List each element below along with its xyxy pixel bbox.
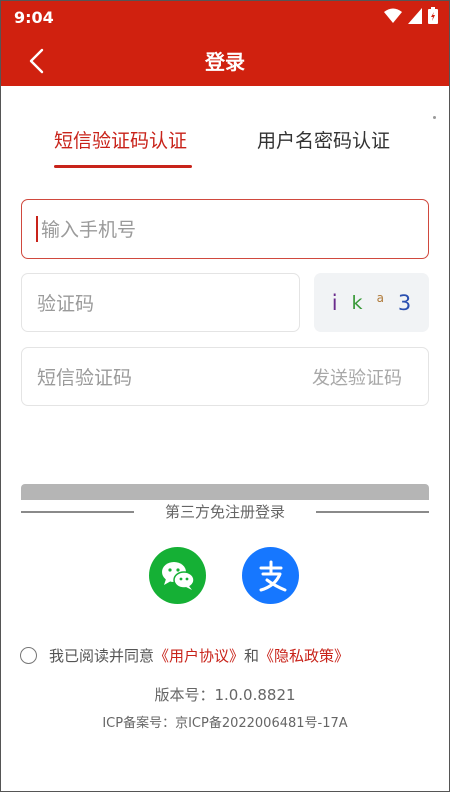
agreement-prefix: 我已阅读并同意 — [49, 647, 155, 665]
status-bar: 9:04 — [0, 0, 450, 34]
status-time: 9:04 — [14, 8, 54, 27]
send-code-button[interactable]: 发送验证码 — [312, 364, 402, 390]
agree-radio[interactable] — [20, 647, 37, 664]
login-tabs: 短信验证码认证 用户名密码认证 — [0, 120, 450, 172]
wifi-icon — [384, 8, 402, 23]
agreement-and: 和 — [244, 647, 260, 665]
decorative-dot — [433, 116, 436, 119]
divider-right — [316, 511, 429, 513]
wechat-login-button[interactable] — [149, 547, 206, 604]
login-button-bar[interactable] — [21, 484, 429, 500]
phone-placeholder: 输入手机号 — [41, 219, 137, 241]
app-bar: 登录 — [0, 34, 450, 86]
text-cursor — [36, 216, 38, 242]
sms-code-input[interactable]: 短信验证码 发送验证码 — [21, 347, 429, 406]
captcha-char: i — [331, 290, 338, 315]
status-icons — [384, 7, 438, 24]
privacy-policy-link[interactable]: 《隐私政策》 — [259, 645, 349, 666]
alipay-login-button[interactable] — [242, 547, 299, 604]
user-agreement-link[interactable]: 《用户协议》 — [154, 645, 244, 666]
captcha-char: k — [351, 291, 363, 314]
tab-sms-login[interactable]: 短信验证码认证 — [54, 120, 187, 165]
tab-password-login[interactable]: 用户名密码认证 — [257, 120, 390, 165]
captcha-char: 3 — [397, 290, 412, 315]
captcha-char: a — [376, 290, 384, 305]
sms-code-placeholder: 短信验证码 — [37, 367, 133, 389]
icp-text: ICP备案号：京ICP备2022006481号-17A — [102, 716, 348, 731]
agreement-row: 我已阅读并同意 《用户协议》 和 《隐私政策》 — [20, 645, 349, 666]
captcha-image[interactable]: i k a 3 — [314, 273, 429, 332]
page-title: 登录 — [205, 50, 245, 74]
signal-icon — [408, 7, 422, 24]
tab-indicator — [54, 165, 192, 168]
captcha-input[interactable]: 验证码 — [21, 273, 300, 332]
version-text: 版本号：1.0.0.8821 — [154, 686, 296, 704]
phone-input[interactable]: 输入手机号 — [21, 199, 429, 259]
captcha-placeholder: 验证码 — [37, 293, 95, 315]
alipay-icon — [259, 560, 286, 591]
battery-icon — [428, 7, 438, 24]
wechat-icon — [161, 561, 195, 590]
